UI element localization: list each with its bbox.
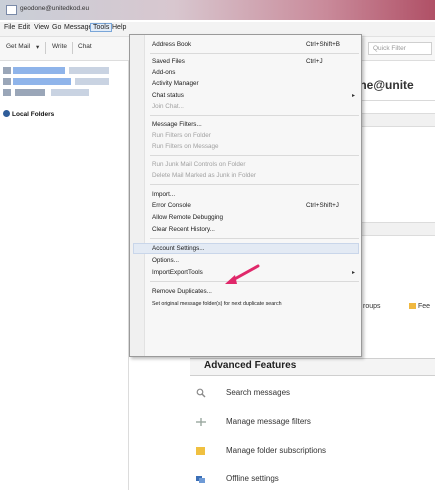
window-title: geodone@unitedkod.eu — [20, 5, 90, 12]
menu-item-run-filters-message: Run Filters on Message — [152, 143, 219, 150]
shortcut-error-console: Ctrl+Shift+J — [306, 202, 339, 209]
menu-tools[interactable]: Tools — [90, 23, 113, 32]
local-folders-item[interactable]: Local Folders — [3, 110, 54, 118]
local-folders-label: Local Folders — [12, 111, 55, 118]
tools-menu: Address Book Ctrl+Shift+B Saved Files Ct… — [129, 34, 362, 357]
menu-message[interactable]: Message — [64, 24, 92, 31]
menu-item-options[interactable]: Options... — [152, 257, 179, 264]
menu-item-set-original-folder[interactable]: Set original message folder(s) for next … — [152, 301, 282, 307]
submenu-arrow-icon: ▸ — [352, 270, 356, 276]
menu-separator — [150, 115, 359, 116]
get-mail-dropdown[interactable]: ▾ — [36, 43, 39, 51]
menu-item-saved-files[interactable]: Saved Files — [152, 58, 185, 65]
menu-item-address-book[interactable]: Address Book — [152, 41, 191, 48]
search-icon — [196, 388, 206, 398]
offline-icon — [196, 476, 205, 483]
title-bar: geodone@unitedkod.eu — [0, 0, 435, 20]
menu-separator — [150, 238, 359, 239]
menu-item-join-chat: Join Chat... — [152, 103, 184, 110]
menu-item-import[interactable]: Import... — [152, 191, 175, 198]
menu-separator — [150, 155, 359, 156]
shortcut-address-book: Ctrl+Shift+B — [306, 41, 340, 48]
menu-item-remote-debugging[interactable]: Allow Remote Debugging — [152, 214, 223, 221]
menu-help[interactable]: Help — [112, 24, 126, 31]
chat-button[interactable]: Chat — [78, 43, 92, 50]
menu-separator — [150, 53, 359, 54]
menu-edit[interactable]: Edit — [18, 24, 30, 31]
menu-item-error-console[interactable]: Error Console — [152, 202, 191, 209]
menu-item-run-filters-folder: Run Filters on Folder — [152, 132, 211, 139]
section-bar — [362, 222, 435, 236]
feeds-icon — [409, 303, 416, 309]
menu-go[interactable]: Go — [52, 24, 61, 31]
divider — [362, 100, 435, 101]
menu-item-delete-junk: Delete Mail Marked as Junk in Folder — [152, 172, 256, 179]
menu-item-chat-status[interactable]: Chat status — [152, 92, 184, 99]
menu-item-run-junk-controls: Run Junk Mail Controls on Folder — [152, 161, 246, 168]
menu-gutter — [130, 35, 145, 356]
section-bar — [362, 113, 435, 127]
get-mail-button[interactable]: Get Mail — [6, 43, 30, 50]
newsgroups-link[interactable]: roups — [363, 303, 381, 310]
menu-item-remove-duplicates[interactable]: Remove Duplicates... — [152, 288, 212, 295]
menu-item-message-filters[interactable]: Message Filters... — [152, 121, 202, 128]
menu-view[interactable]: View — [34, 24, 49, 31]
write-button[interactable]: Write — [52, 43, 67, 50]
folder-pane: Local Folders — [0, 61, 129, 490]
toolbar-separator — [72, 42, 73, 54]
menu-item-activity-manager[interactable]: Activity Manager — [152, 80, 199, 87]
annotation-arrow-icon — [225, 264, 260, 284]
quick-filter-input[interactable]: Quick Filter — [368, 42, 432, 55]
feeds-link[interactable]: Fee — [409, 303, 430, 310]
submenu-arrow-icon: ▸ — [352, 93, 356, 99]
menu-item-add-ons[interactable]: Add-ons — [152, 69, 175, 76]
menu-file[interactable]: File — [4, 24, 15, 31]
menu-item-account-settings[interactable]: Account Settings... — [152, 245, 205, 252]
menu-separator — [150, 184, 359, 185]
toolbar-separator — [45, 42, 46, 54]
advanced-features-title: Advanced Features — [204, 360, 297, 371]
menu-item-clear-history[interactable]: Clear Recent History... — [152, 226, 215, 233]
folder-icon — [196, 447, 205, 455]
filter-icon — [196, 418, 206, 426]
local-folders-icon — [3, 110, 10, 117]
app-icon — [6, 5, 17, 15]
menu-item-importexporttools[interactable]: ImportExportTools — [152, 269, 203, 276]
shortcut-saved-files: Ctrl+J — [306, 58, 323, 65]
